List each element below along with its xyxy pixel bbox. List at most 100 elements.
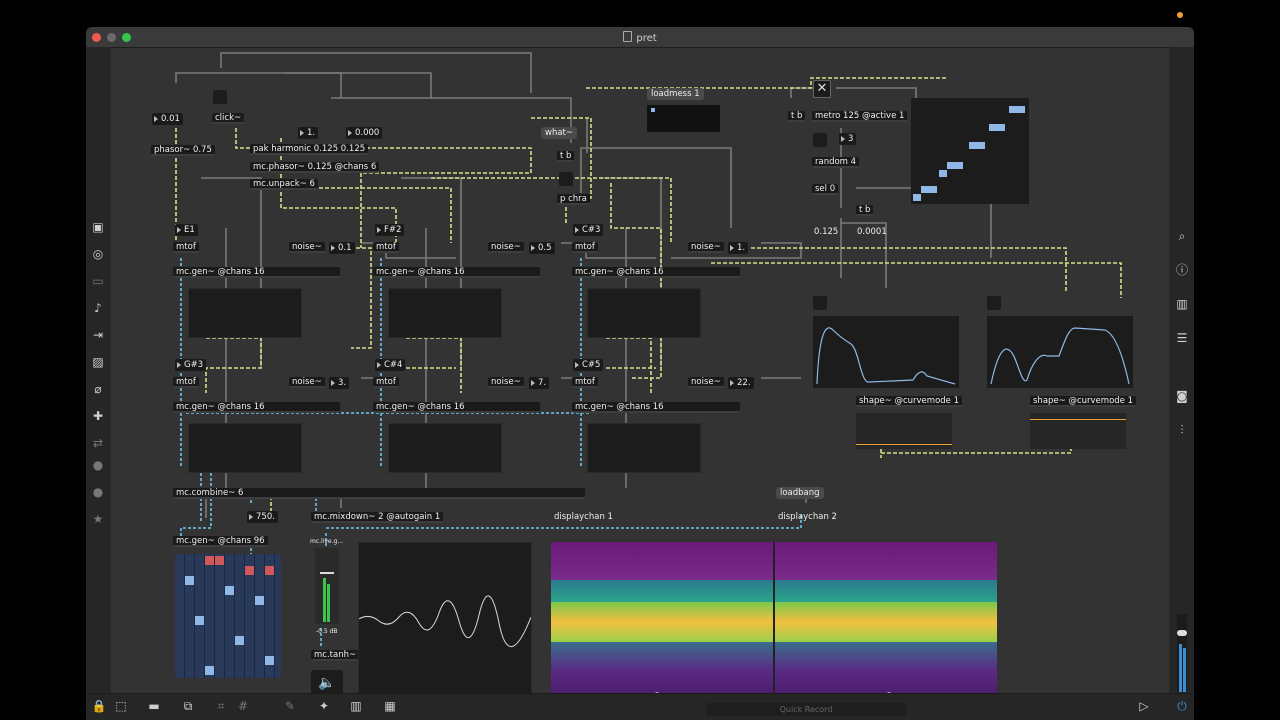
noise-2[interactable]: noise~ (488, 242, 524, 253)
mtof-1[interactable]: mtof (173, 242, 199, 253)
shape-object-2[interactable]: shape~ @curvemode 1 (1030, 396, 1137, 407)
package-icon[interactable]: ▣ (90, 221, 106, 233)
float-3[interactable]: 3. (329, 377, 350, 389)
channel-grid[interactable] (175, 554, 281, 678)
mc-gen-5[interactable]: mc.gen~ @chans 16 (373, 402, 540, 413)
mc-gen-96[interactable]: mc.gen~ @chans 96 (173, 536, 268, 547)
music-note-icon[interactable]: ♪ (90, 302, 106, 314)
keyboard-icon[interactable]: ▦ (382, 700, 398, 712)
note-c4[interactable]: C#4 (375, 359, 406, 371)
comment-icon[interactable]: ▬ (146, 700, 162, 712)
scope-6[interactable] (587, 423, 701, 473)
waveform-scope[interactable] (358, 542, 532, 704)
mc-phasor-object[interactable]: mc.phasor~ 0.125 @chans 6 (250, 162, 380, 173)
pin-icon[interactable]: ✎ (282, 700, 298, 712)
noise-3[interactable]: noise~ (688, 242, 724, 253)
mtof-3[interactable]: mtof (572, 242, 598, 253)
msg-0.125[interactable]: 0.125 (814, 226, 838, 238)
scope-5[interactable] (388, 423, 502, 473)
float-0.01[interactable]: 0.01 (152, 113, 183, 125)
spectrogram[interactable] (551, 542, 997, 700)
mc-gen-1[interactable]: mc.gen~ @chans 16 (173, 267, 340, 278)
list-icon[interactable]: ☰ (1174, 332, 1190, 344)
search-icon[interactable]: ⌕ (1174, 230, 1190, 242)
random-object[interactable]: random 4 (812, 157, 860, 168)
scope-shape-2[interactable] (1030, 413, 1126, 449)
note-e1[interactable]: E1 (175, 224, 198, 236)
toggle-x[interactable]: ✕ (813, 80, 831, 98)
float-7[interactable]: 7. (529, 377, 550, 389)
noise-1[interactable]: noise~ (289, 242, 325, 253)
tb-object-1[interactable]: t b (557, 151, 575, 162)
bang-chra[interactable] (559, 172, 573, 186)
note-f2[interactable]: F#2 (375, 224, 405, 236)
float-0.000[interactable]: 0.000 (346, 127, 383, 139)
mc-tanh-object[interactable]: mc.tanh~ (311, 650, 360, 661)
bang-metro[interactable] (813, 133, 827, 147)
float-0.5[interactable]: 0.5 (529, 242, 555, 254)
step-icon[interactable]: ⇥ (90, 329, 106, 341)
bang-button[interactable] (213, 90, 227, 104)
float-1b[interactable]: 1. (728, 242, 749, 254)
mc-unpack-object[interactable]: mc.unpack~ 6 (250, 179, 318, 190)
scope-2[interactable] (388, 288, 502, 338)
star-icon[interactable]: ★ (90, 513, 106, 525)
circle-v-icon[interactable]: ● (90, 459, 106, 471)
bang-env-1[interactable] (813, 296, 827, 310)
p-chra-object[interactable]: p chra (557, 194, 590, 205)
puzzle-icon[interactable]: ✚ (90, 410, 106, 422)
circle-b-icon[interactable]: ● (90, 486, 106, 498)
sel-object[interactable]: sel 0 (812, 184, 839, 195)
note-c5[interactable]: C#5 (573, 359, 604, 371)
mc-gen-4[interactable]: mc.gen~ @chans 16 (173, 402, 340, 413)
noise-4[interactable]: noise~ (289, 377, 325, 388)
shape-object-1[interactable]: shape~ @curvemode 1 (856, 396, 963, 407)
pak-object[interactable]: pak harmonic 0.125 0.125 (250, 144, 369, 155)
note-c3[interactable]: C#3 (573, 224, 604, 236)
multislider[interactable] (911, 98, 1029, 204)
bang-env-2[interactable] (987, 296, 1001, 310)
noise-6[interactable]: noise~ (688, 377, 724, 388)
float-1[interactable]: 1. (298, 127, 319, 139)
mtof-4[interactable]: mtof (173, 377, 199, 388)
divider-icon[interactable]: ▭ (90, 275, 106, 287)
repeat-icon[interactable]: ⇄ (90, 437, 106, 449)
mc-combine-object[interactable]: mc.combine~ 6 (173, 488, 585, 499)
mtof-6[interactable]: mtof (572, 377, 598, 388)
int-3[interactable]: 3 (839, 133, 857, 145)
sliders-icon[interactable]: ⫶ (1174, 424, 1190, 436)
windows-icon[interactable]: ⧉ (180, 700, 196, 712)
function-editor-1[interactable] (813, 316, 959, 388)
paperclip-icon[interactable]: ⌀ (90, 383, 106, 395)
note-g3[interactable]: G#3 (175, 359, 207, 371)
float-750[interactable]: 750. (247, 511, 278, 523)
float-22[interactable]: 22. (728, 377, 754, 389)
matrix-ctrl[interactable] (647, 105, 720, 132)
scope-1[interactable] (188, 288, 302, 338)
grid-icon[interactable]: # (235, 700, 251, 712)
scope-3[interactable] (587, 288, 701, 338)
msg-0.0001[interactable]: 0.0001 (857, 226, 887, 238)
click-object[interactable]: click~ (212, 113, 245, 124)
lock-icon[interactable]: 🔒 (91, 700, 107, 712)
metro-object[interactable]: metro 125 @active 1 (812, 111, 908, 122)
wrench-icon[interactable]: ✦ (316, 700, 332, 712)
quick-record[interactable]: Quick Record (706, 703, 906, 716)
scope-shape-1[interactable] (856, 413, 952, 449)
mc-mixdown-object[interactable]: mc.mixdown~ 2 @autogain 1 (311, 512, 444, 523)
piano-icon[interactable]: ▥ (348, 700, 364, 712)
mc-live-gain[interactable] (315, 548, 339, 624)
noise-5[interactable]: noise~ (488, 377, 524, 388)
play-icon[interactable]: ▷ (1136, 700, 1152, 712)
image-icon[interactable]: ▨ (90, 356, 106, 368)
target-icon[interactable]: ◎ (90, 248, 106, 260)
function-editor-2[interactable] (987, 316, 1133, 388)
edit-icon[interactable]: ⬚ (113, 700, 129, 712)
mtof-2[interactable]: mtof (373, 242, 399, 253)
power-icon[interactable]: ⏻ (1174, 700, 1190, 712)
tb-object-2[interactable]: t b (788, 111, 806, 122)
message-icon[interactable]: ⌗ (213, 700, 229, 712)
what-object[interactable]: what~ (541, 127, 578, 139)
loadmess-object[interactable]: loadmess 1 (647, 88, 704, 100)
book-icon[interactable]: ▥ (1174, 298, 1190, 310)
